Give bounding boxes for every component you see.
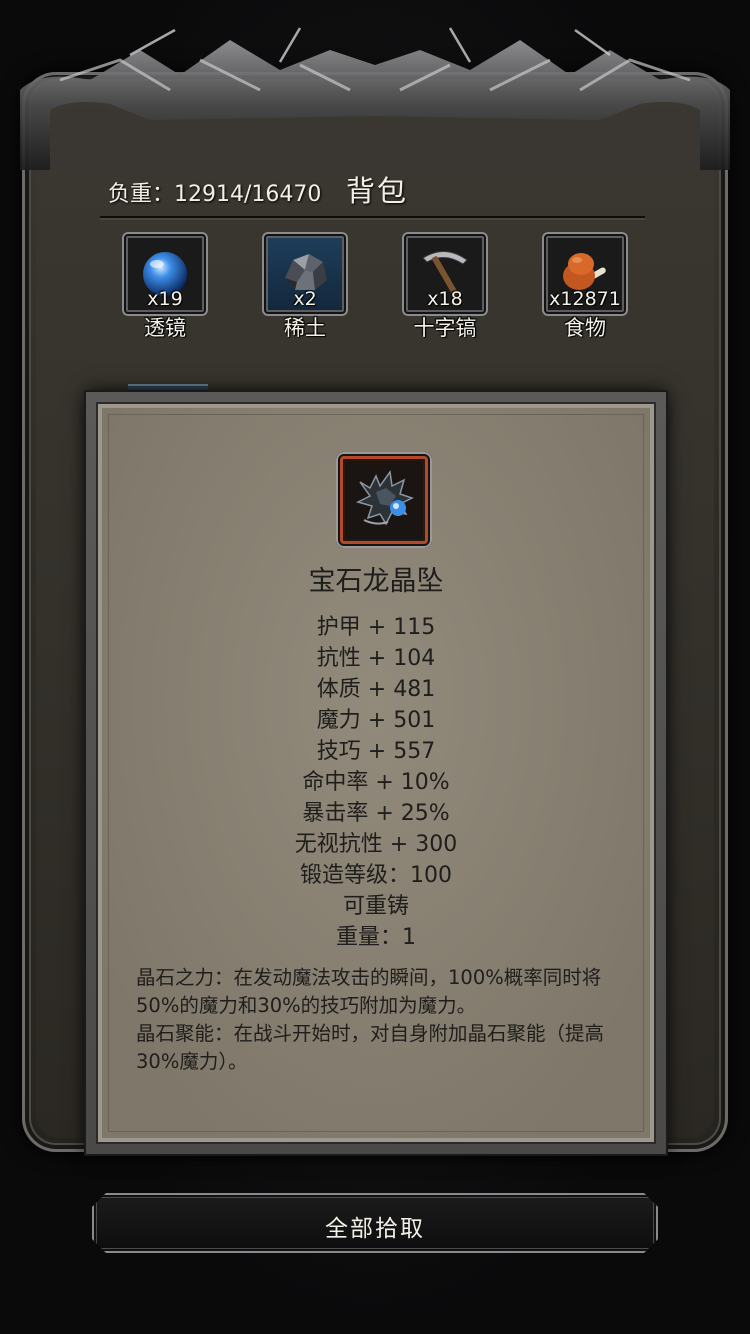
- weight-capacity-label: 负重：12914/16470: [108, 182, 322, 207]
- inventory-slot-food[interactable]: x12871 食物: [542, 232, 632, 352]
- stat-line: 抗性 + 104: [316, 646, 436, 671]
- slot-name: 食物: [564, 316, 606, 340]
- popup-parchment: 宝石龙晶坠 护甲 + 115 抗性 + 104 体质 + 481 魔力 + 50…: [96, 402, 656, 1144]
- item-name: 宝石龙晶坠: [308, 566, 444, 597]
- slot-count: x2: [293, 288, 317, 310]
- bag-title: 背包: [346, 174, 409, 208]
- stat-line: 命中率 + 10%: [302, 770, 450, 795]
- slot-count: x18: [427, 288, 463, 310]
- collect-all-label: 全部拾取: [325, 1216, 425, 1242]
- item-detail-popup: 宝石龙晶坠 护甲 + 115 抗性 + 104 体质 + 481 魔力 + 50…: [86, 392, 666, 1154]
- inventory-slot-rare-earth[interactable]: x2 稀土: [262, 232, 352, 352]
- stat-line: 重量：1: [336, 925, 416, 950]
- frame-crown-ornament: [20, 27, 730, 170]
- description-paragraph: 晶石之力：在发动魔法攻击的瞬间，100%概率同时将50%的魔力和30%的技巧附加…: [136, 966, 602, 1017]
- stat-line: 体质 + 481: [316, 677, 436, 702]
- slot-name: 稀土: [284, 316, 326, 340]
- slot-name: 十字镐: [413, 316, 477, 340]
- description-paragraph: 晶石聚能：在战斗开始时，对自身附加晶石聚能（提高30%魔力）。: [136, 1022, 605, 1073]
- slot-count: x12871: [549, 288, 621, 310]
- slot-count: x19: [147, 288, 183, 310]
- inventory-slot-lens[interactable]: x19 透镜: [122, 232, 212, 352]
- item-stats-list: 护甲 + 115 抗性 + 104 体质 + 481 魔力 + 501 技巧 +…: [86, 612, 666, 953]
- stat-line: 无视抗性 + 300: [294, 832, 458, 857]
- game-screen: 负重：12914/16470 背包 x19 透镜 x2 稀土 x18 十字镐 x…: [0, 0, 750, 1334]
- stat-line: 暴击率 + 25%: [302, 801, 450, 826]
- stat-line: 可重铸: [342, 894, 409, 919]
- collect-all-button[interactable]: 全部拾取: [92, 1193, 658, 1253]
- slot-name: 透镜: [144, 316, 186, 340]
- dragon-pendant-icon: [355, 470, 414, 526]
- bag-header: 负重：12914/16470 背包: [100, 158, 645, 218]
- stat-line: 护甲 + 115: [316, 615, 436, 640]
- item-description: 晶石之力：在发动魔法攻击的瞬间，100%概率同时将50%的魔力和30%的技巧附加…: [136, 964, 626, 1076]
- stat-line: 锻造等级：100: [300, 863, 452, 888]
- inventory-slot-pickaxe[interactable]: x18 十字镐: [402, 232, 492, 352]
- stat-line: 魔力 + 501: [316, 708, 436, 733]
- stat-line: 技巧 + 557: [316, 739, 436, 764]
- item-icon-frame: [336, 452, 432, 548]
